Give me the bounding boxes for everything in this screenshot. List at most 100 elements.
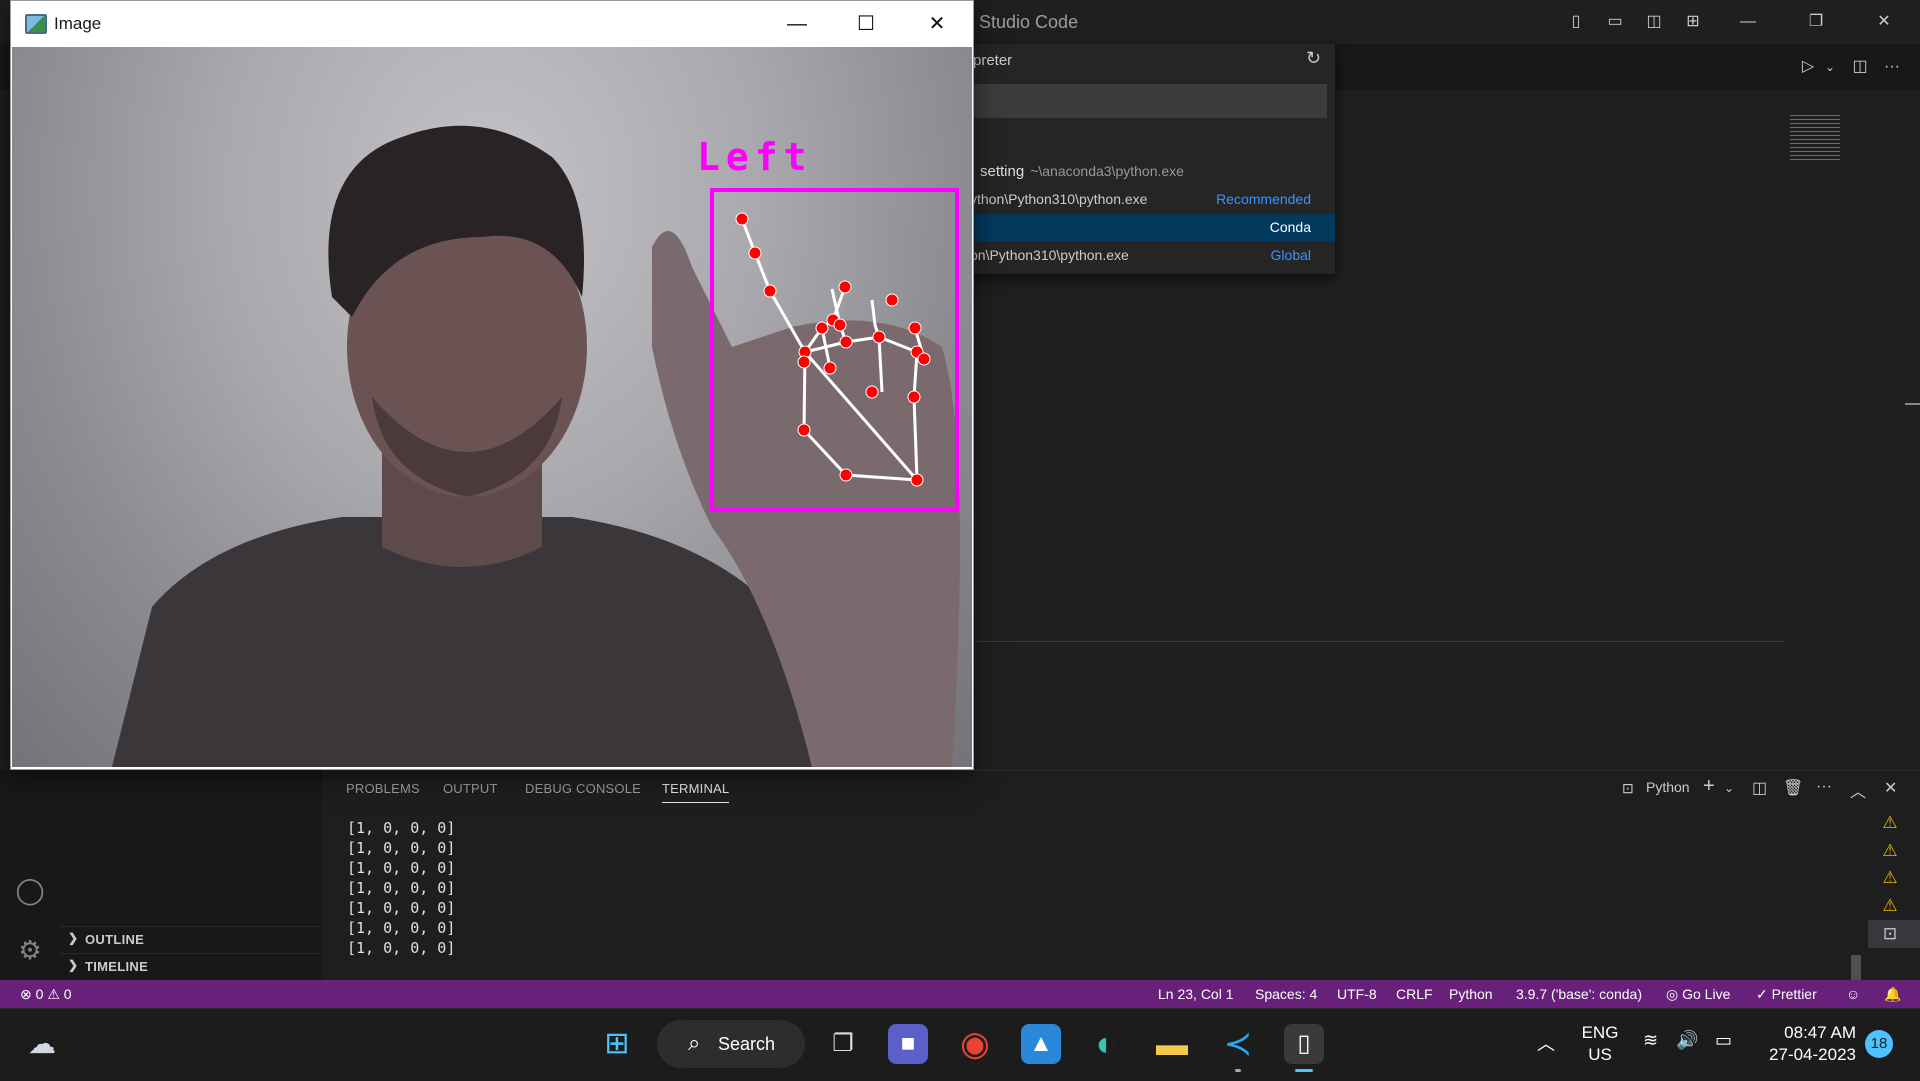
clock-date: 27-04-2023 [1769, 1045, 1856, 1064]
minimap[interactable] [1790, 115, 1840, 160]
terminal-output[interactable]: [1, 0, 0, 0] [1, 0, 0, 0] [1, 0, 0, 0] [… [347, 818, 455, 958]
indentation[interactable]: Spaces: 4 [1255, 986, 1317, 1002]
cursor-position[interactable]: Ln 23, Col 1 [1158, 986, 1234, 1002]
line-endings[interactable]: CRLF [1396, 986, 1433, 1002]
quickpick-item-python310[interactable]: ython\Python310\python.exe Recommended [960, 186, 1335, 213]
terminal-icon[interactable]: ⊡ [1881, 925, 1899, 943]
tab-problems[interactable]: PROBLEMS [346, 781, 420, 796]
chevron-right-icon: ❯ [68, 931, 79, 945]
vscode-title: al Studio Code [960, 12, 1079, 32]
start-icon[interactable]: ⊞ [597, 1024, 637, 1064]
image-maximize-button[interactable]: ☐ [854, 12, 878, 36]
image-window-title: Image [54, 14, 102, 33]
search-label: Search [718, 1034, 776, 1054]
chevron-right-icon: ❯ [68, 958, 79, 972]
warning-icon[interactable]: ⚠ [1881, 897, 1899, 915]
image-minimize-button[interactable]: — [785, 12, 809, 36]
split-editor-icon[interactable]: ◫ [1850, 57, 1870, 77]
quickpick-input[interactable] [968, 84, 1327, 118]
terminal-name[interactable]: Python [1646, 779, 1690, 795]
timeline-section[interactable]: ❯ TIMELINE [60, 953, 322, 980]
refresh-icon[interactable]: ↻ [1306, 48, 1321, 69]
new-terminal-icon[interactable]: + [1703, 775, 1715, 798]
search-icon: ⌕ [688, 1030, 701, 1055]
trash-icon[interactable]: 🗑 [1783, 778, 1803, 798]
tab-output[interactable]: OUTPUT [443, 781, 498, 796]
close-panel-icon[interactable]: ✕ [1884, 778, 1897, 798]
quickpick-item-setting[interactable]: setting ~\anaconda3\python.exe [960, 158, 1335, 185]
accounts-icon[interactable]: ◯ [12, 872, 48, 908]
run-dropdown-icon[interactable]: ⌄ [1820, 57, 1840, 77]
editor-scrollbar[interactable] [1905, 403, 1920, 405]
landmark [885, 293, 899, 307]
terminal-line: [1, 0, 0, 0] [347, 859, 456, 877]
quickpick-item-path: ~\anaconda3\python.exe [1030, 163, 1184, 179]
photos-icon[interactable]: ▲ [1021, 1024, 1061, 1064]
outline-label: OUTLINE [85, 932, 145, 947]
vscode-close-button[interactable]: ✕ [1874, 12, 1894, 32]
toggle-sidebar-icon[interactable]: ▯ [1566, 12, 1586, 32]
warning-icon[interactable]: ⚠ [1881, 869, 1899, 887]
language-indicator[interactable]: ENG US [1580, 1022, 1620, 1066]
quickpick-title: rpreter [968, 52, 1013, 69]
panel-more-icon[interactable]: ··· [1816, 778, 1832, 796]
outline-section[interactable]: ❯ OUTLINE [60, 926, 322, 953]
language-mode[interactable]: Python [1449, 986, 1493, 1002]
landmark [907, 390, 921, 404]
manage-gear-icon[interactable]: ⚙ [12, 932, 48, 968]
weather-icon[interactable]: ☁ [22, 1024, 62, 1064]
bottom-panel [322, 770, 1920, 981]
vscode-icon[interactable]: ≺ [1218, 1024, 1258, 1064]
image-close-button[interactable]: ✕ [925, 12, 949, 36]
toggle-secondary-sidebar-icon[interactable]: ◫ [1644, 12, 1664, 32]
clock[interactable]: 08:47 AM 27-04-2023 [1750, 1022, 1856, 1066]
problems-status[interactable]: ⊗ 0 ⚠ 0 [20, 986, 72, 1003]
show-hidden-icons-icon[interactable]: ︿ [1537, 1030, 1555, 1056]
global-tag: Global [1270, 247, 1311, 263]
landmark [839, 335, 853, 349]
interpreter-status[interactable]: 3.9.7 ('base': conda) [1516, 986, 1642, 1002]
prettier-status[interactable]: ✓ Prettier [1756, 986, 1817, 1003]
landmark [838, 280, 852, 294]
landmark [763, 284, 777, 298]
maximize-panel-icon[interactable]: ︿ [1850, 778, 1866, 802]
check-icon: ✓ [1756, 986, 1768, 1002]
terminal-line: [1, 0, 0, 0] [347, 819, 456, 837]
warning-icon: ⚠ [47, 986, 60, 1002]
terminal-scrollbar[interactable] [1851, 955, 1861, 980]
go-live-button[interactable]: ◎ Go Live [1666, 986, 1730, 1003]
tab-terminal[interactable]: TERMINAL [662, 781, 730, 803]
encoding[interactable]: UTF-8 [1337, 986, 1377, 1002]
more-actions-icon[interactable]: ··· [1882, 57, 1902, 77]
warning-icon[interactable]: ⚠ [1881, 814, 1899, 832]
battery-icon[interactable]: ▭ [1715, 1030, 1732, 1051]
edge-icon[interactable]: ◐ [1086, 1024, 1126, 1064]
notifications-bell-icon[interactable]: 🔔 [1884, 986, 1901, 1003]
active-app-icon[interactable]: ▯ [1284, 1024, 1324, 1064]
quickpick-item-global[interactable]: on\Python310\python.exe Global [960, 242, 1335, 269]
warning-count: 0 [63, 986, 72, 1002]
terminal-dropdown-icon[interactable]: ⌄ [1724, 781, 1734, 795]
prettier-label: Prettier [1771, 986, 1817, 1002]
run-python-icon[interactable]: ▷ [1798, 57, 1818, 77]
task-view-icon[interactable]: ❐ [823, 1024, 863, 1064]
customize-layout-icon[interactable]: ⊞ [1683, 12, 1703, 32]
split-terminal-icon[interactable]: ◫ [1752, 778, 1767, 798]
landmark [910, 473, 924, 487]
vscode-restore-button[interactable]: ❐ [1806, 12, 1826, 32]
teams-chat-icon[interactable]: ■ [888, 1024, 928, 1064]
landmark [917, 352, 931, 366]
wifi-icon[interactable]: ≋ [1643, 1030, 1658, 1051]
quickpick-item-conda[interactable]: Conda [960, 214, 1335, 241]
toggle-panel-icon[interactable]: ▭ [1605, 12, 1625, 32]
tab-debug-console[interactable]: DEBUG CONSOLE [525, 781, 641, 796]
feedback-icon[interactable]: ☺ [1846, 986, 1860, 1002]
volume-icon[interactable]: 🔊 [1676, 1030, 1698, 1051]
vscode-minimize-button[interactable]: — [1738, 12, 1758, 32]
warning-icon[interactable]: ⚠ [1881, 842, 1899, 860]
file-explorer-icon[interactable]: ▬ [1152, 1024, 1192, 1064]
terminal-line: [1, 0, 0, 0] [347, 919, 456, 937]
chrome-icon[interactable]: ◉ [955, 1024, 995, 1064]
landmark [865, 385, 879, 399]
notification-badge[interactable]: 18 [1865, 1030, 1893, 1058]
